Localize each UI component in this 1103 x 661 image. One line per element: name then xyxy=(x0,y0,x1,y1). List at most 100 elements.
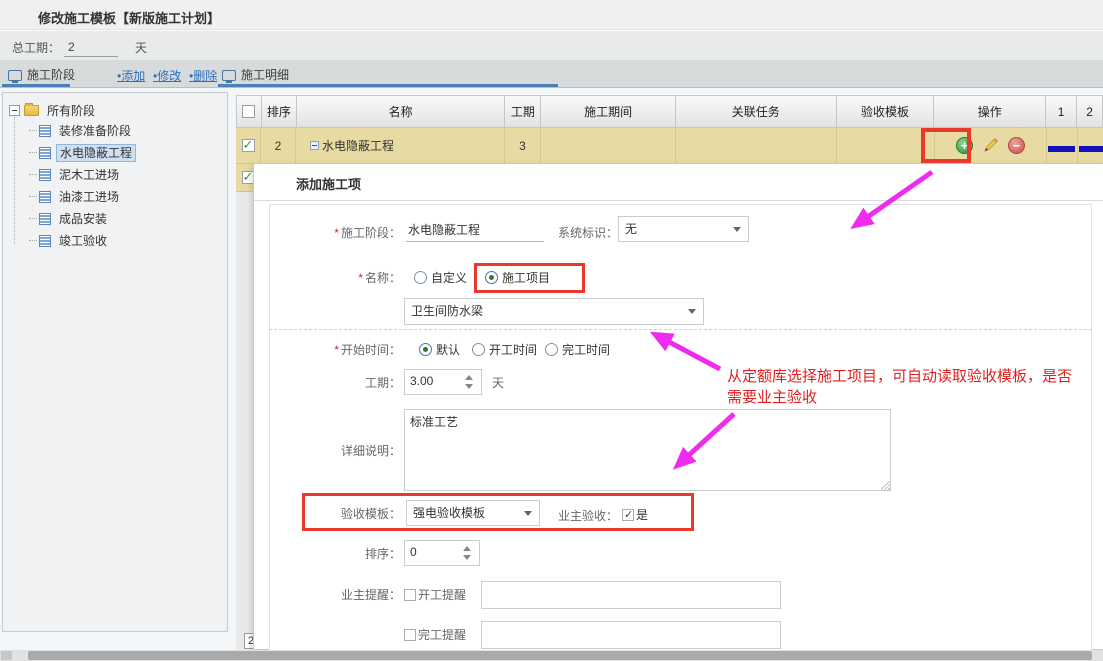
radio-finish-time[interactable]: 完工时间 xyxy=(545,341,610,358)
edit-pencil-icon[interactable] xyxy=(982,137,999,154)
start-remind-input[interactable] xyxy=(481,581,781,609)
header-period: 施工期间 xyxy=(541,96,676,127)
tree-root-node[interactable]: 所有阶段 xyxy=(9,102,98,120)
scroll-left-button[interactable] xyxy=(1,651,12,660)
tab-stage-underline xyxy=(2,84,70,87)
tree-connector-line xyxy=(14,117,15,244)
tab-construction-detail[interactable]: 施工明细 xyxy=(222,66,289,83)
radio-icon[interactable] xyxy=(419,343,432,356)
table-icon xyxy=(39,213,51,225)
total-duration-label: 总工期： xyxy=(12,39,60,56)
folder-icon xyxy=(24,105,39,116)
screen-icon xyxy=(222,70,236,81)
tree-item-decoration-prep[interactable]: 装修准备阶段 xyxy=(29,122,134,142)
radio-icon[interactable] xyxy=(485,271,498,284)
gantt-bar xyxy=(1079,146,1103,152)
add-item-icon[interactable]: + xyxy=(956,137,973,154)
table-icon xyxy=(39,169,51,181)
spin-down-icon[interactable] xyxy=(463,555,471,560)
checkbox-icon[interactable] xyxy=(404,589,416,601)
system-flag-select[interactable]: 无 xyxy=(618,216,749,242)
radio-icon[interactable] xyxy=(414,271,427,284)
select-all-cell xyxy=(237,96,262,127)
scrollbar-thumb[interactable] xyxy=(28,651,1092,660)
radio-icon[interactable] xyxy=(545,343,558,356)
tree-root-label[interactable]: 所有阶段 xyxy=(44,103,98,119)
detail-textarea[interactable]: 标准工艺 xyxy=(404,409,891,491)
table-icon xyxy=(39,125,51,137)
tab-construction-stage[interactable]: 施工阶段 xyxy=(8,66,75,83)
spin-up-icon[interactable] xyxy=(465,375,473,380)
row-checkbox[interactable] xyxy=(242,139,255,152)
tab-bar: 施工阶段 •添加 •修改 •删除 施工明细 xyxy=(0,60,1103,88)
finish-remind-checkbox[interactable]: 完工提醒 xyxy=(404,626,466,643)
row-accept-template-cell xyxy=(837,128,935,163)
radio-default-start[interactable]: 默认 xyxy=(419,341,460,358)
header-accept-template: 验收模板 xyxy=(837,96,935,127)
tree-item-hydropower[interactable]: 水电隐蔽工程 xyxy=(29,144,136,164)
finish-remind-input[interactable] xyxy=(481,621,781,649)
chevron-down-icon xyxy=(524,511,532,516)
header-related-task: 关联任务 xyxy=(676,96,837,127)
screen-icon xyxy=(8,70,22,81)
delete-stage-link[interactable]: •删除 xyxy=(189,67,217,84)
tree-item-acceptance[interactable]: 竣工验收 xyxy=(29,232,110,252)
tree-item-installation[interactable]: 成品安装 xyxy=(29,210,110,230)
modify-stage-link[interactable]: •修改 xyxy=(153,67,181,84)
stage-tree-panel: 所有阶段 装修准备阶段 水电隐蔽工程 泥木工进场 油漆工进场 成品安装 竣工验收 xyxy=(2,92,228,632)
duration-stepper[interactable]: 3.00 xyxy=(404,369,482,395)
owner-accept-checkbox[interactable]: 是 xyxy=(622,506,648,523)
header-actions: 操作 xyxy=(934,96,1046,127)
collapse-icon[interactable] xyxy=(310,141,319,150)
row-duration-cell: 3 xyxy=(505,128,541,163)
header-name: 名称 xyxy=(297,96,506,127)
window-titlebar: 修改施工模板【新版施工计划】 xyxy=(0,0,1103,30)
select-all-checkbox[interactable] xyxy=(242,105,255,118)
resize-grip-icon[interactable] xyxy=(881,481,890,490)
stage-value-field[interactable]: 水电隐蔽工程 xyxy=(406,219,544,242)
duration-label: 工期： xyxy=(254,374,401,391)
radio-icon[interactable] xyxy=(472,343,485,356)
header-day-2: 2 xyxy=(1077,96,1102,127)
chevron-down-icon xyxy=(688,309,696,314)
collapse-expander-icon[interactable] xyxy=(9,105,20,116)
row-related-task-cell xyxy=(676,128,837,163)
gantt-cell-1 xyxy=(1047,128,1078,163)
checkbox-icon[interactable] xyxy=(622,509,634,521)
radio-custom-name[interactable]: 自定义 xyxy=(414,269,467,286)
sort-stepper[interactable]: 0 xyxy=(404,540,480,566)
detail-label: 详细说明： xyxy=(254,442,401,459)
name-label: *名称： xyxy=(254,269,401,286)
spin-up-icon[interactable] xyxy=(463,546,471,551)
grid-empty-area xyxy=(236,192,253,650)
divider xyxy=(269,329,1092,330)
duration-unit: 天 xyxy=(492,374,504,391)
dialog-title: 添加施工项 xyxy=(296,174,361,193)
stage-label: *施工阶段： xyxy=(254,224,401,241)
add-stage-link[interactable]: •添加 xyxy=(117,67,145,84)
table-row[interactable]: 2 水电隐蔽工程 3 + − xyxy=(236,128,1103,164)
owner-accept-label: 业主验收： xyxy=(542,507,618,524)
accept-template-label: 验收模板： xyxy=(254,505,401,522)
total-duration-input[interactable]: 2 xyxy=(64,37,118,57)
tree-item-carpentry[interactable]: 泥木工进场 xyxy=(29,166,122,186)
radio-construction-project[interactable]: 施工项目 xyxy=(485,269,550,286)
checkbox-icon[interactable] xyxy=(404,629,416,641)
grid-header: 排序 名称 工期 施工期间 关联任务 验收模板 操作 1 2 xyxy=(236,95,1103,128)
spin-down-icon[interactable] xyxy=(465,384,473,389)
toolbar: 总工期： 2 天 xyxy=(0,30,1103,60)
radio-start-time[interactable]: 开工时间 xyxy=(472,341,537,358)
accept-template-select[interactable]: 强电验收模板 xyxy=(406,500,540,526)
row-name-cell: 水电隐蔽工程 xyxy=(296,128,505,163)
tree-item-painting[interactable]: 油漆工进场 xyxy=(29,188,122,208)
project-select[interactable]: 卫生间防水梁 xyxy=(404,298,704,325)
header-order: 排序 xyxy=(262,96,297,127)
delete-item-icon[interactable]: − xyxy=(1008,137,1025,154)
tab-detail-underline xyxy=(218,84,558,87)
table-icon xyxy=(39,191,51,203)
sort-label: 排序： xyxy=(254,545,401,562)
horizontal-scrollbar[interactable] xyxy=(0,650,1103,661)
start-remind-checkbox[interactable]: 开工提醒 xyxy=(404,586,466,603)
row-period-cell xyxy=(541,128,676,163)
table-icon xyxy=(39,235,51,247)
